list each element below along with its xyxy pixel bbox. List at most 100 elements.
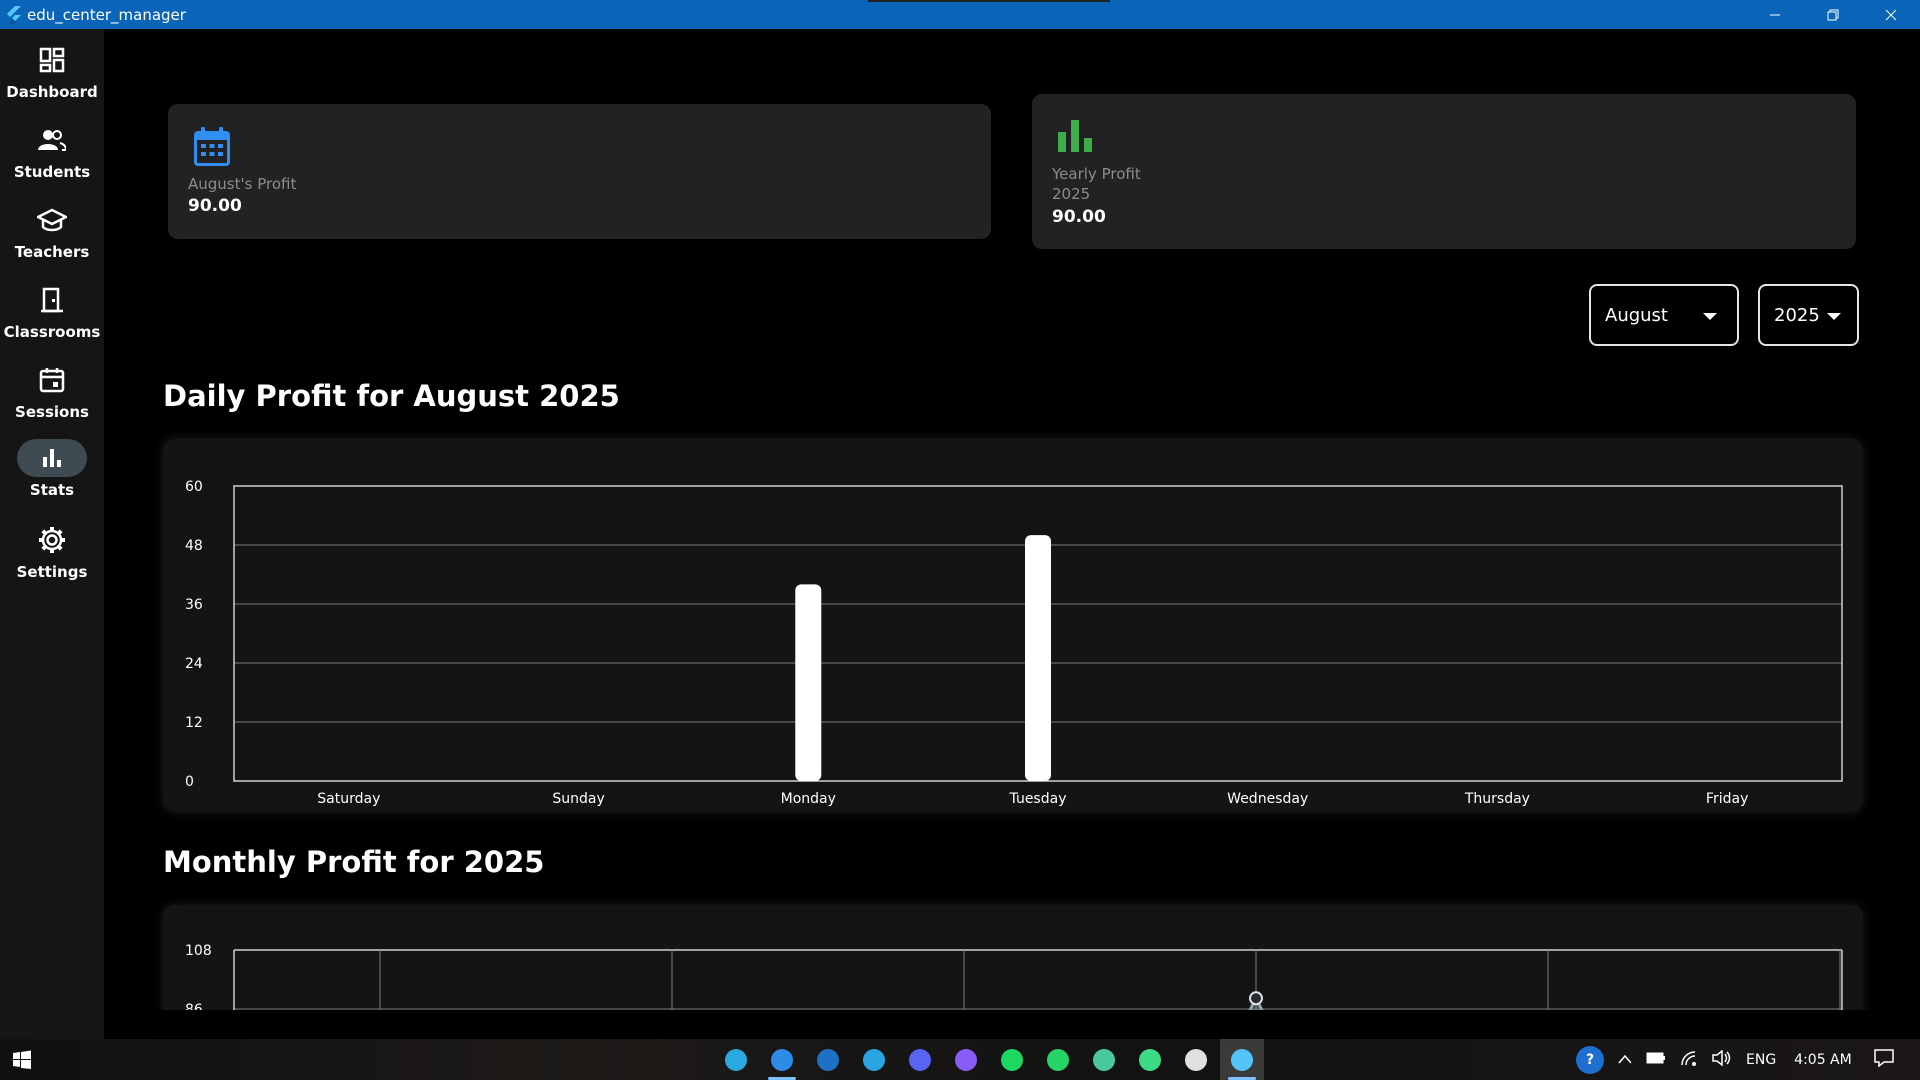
sidebar-item-label: Classrooms bbox=[3, 323, 101, 341]
y-tick-label: 0 bbox=[185, 774, 194, 790]
sidebar-item-label: Settings bbox=[16, 563, 88, 581]
calendar-icon bbox=[192, 126, 232, 172]
monthly-profit-chart-svg: 86 108 bbox=[185, 943, 1843, 1010]
sidebar-item-label: Students bbox=[13, 163, 91, 181]
edge-icon bbox=[725, 1048, 747, 1071]
stats-page: August's Profit 90.00 Yearly Profit 2025… bbox=[104, 29, 1920, 1010]
sidebar: Dashboard Students Teachers Classrooms S… bbox=[0, 29, 104, 1039]
taskbar-app-telegram[interactable] bbox=[852, 1039, 896, 1080]
sidebar-item-sessions[interactable]: Sessions bbox=[0, 361, 104, 433]
taskbar-app-notepad[interactable] bbox=[1174, 1039, 1218, 1080]
system-tray: ? ENG 4:05 AM bbox=[1576, 1039, 1894, 1080]
door-icon bbox=[17, 281, 87, 319]
sidebar-item-stats[interactable]: Stats bbox=[0, 439, 104, 511]
monthly-profit-card: August's Profit 90.00 bbox=[168, 104, 991, 239]
sidebar-item-label: Teachers bbox=[14, 243, 90, 261]
x-tick-label: Tuesday bbox=[1009, 791, 1067, 807]
yearly-profit-label: Yearly Profit bbox=[1052, 165, 1141, 183]
notification-icon[interactable] bbox=[1873, 1048, 1894, 1071]
month-dropdown[interactable]: August bbox=[1589, 284, 1739, 346]
volume-icon[interactable] bbox=[1712, 1048, 1732, 1070]
close-icon bbox=[1885, 9, 1897, 20]
photos-icon bbox=[1093, 1048, 1115, 1071]
taskbar-app-spotify[interactable] bbox=[990, 1039, 1034, 1080]
monthly-profit-value: 90.00 bbox=[188, 196, 242, 216]
bar-chart-icon bbox=[17, 439, 87, 477]
taskbar-app-whatsapp[interactable] bbox=[1036, 1039, 1080, 1080]
taskbar-app-obsidian[interactable] bbox=[944, 1039, 988, 1080]
month-dropdown-value: August bbox=[1605, 304, 1668, 326]
bar[interactable] bbox=[1025, 535, 1051, 781]
sidebar-item-settings[interactable]: Settings bbox=[0, 521, 104, 593]
yearly-profit-value: 90.00 bbox=[1052, 207, 1106, 227]
x-tick-label: Thursday bbox=[1464, 791, 1530, 807]
dashboard-icon bbox=[17, 41, 87, 79]
monthly-profit-label: August's Profit bbox=[188, 175, 297, 193]
taskbar-app-android[interactable] bbox=[1128, 1039, 1172, 1080]
outlook-icon bbox=[817, 1048, 839, 1071]
taskbar-app-discord[interactable] bbox=[898, 1039, 942, 1080]
restore-icon bbox=[1827, 9, 1839, 20]
clock[interactable]: 4:05 AM bbox=[1794, 1052, 1852, 1068]
calendar-icon bbox=[17, 361, 87, 399]
daily-profit-chart-svg: 0 12 24 36 48 60 Saturday Sunday Monday Tuesday We… bbox=[185, 479, 1843, 807]
window-controls bbox=[1746, 0, 1920, 29]
y-tick-label: 12 bbox=[185, 715, 203, 731]
people-icon bbox=[17, 121, 87, 159]
notepad-icon bbox=[1185, 1048, 1207, 1071]
x-tick-label: Wednesday bbox=[1227, 791, 1308, 807]
taskbar-app-flutter[interactable] bbox=[1220, 1039, 1264, 1080]
chevron-down-icon bbox=[1703, 313, 1717, 320]
minimize-icon bbox=[1770, 14, 1780, 15]
taskbar-app-outlook[interactable] bbox=[806, 1039, 850, 1080]
bar-chart-icon bbox=[1056, 118, 1094, 158]
close-button[interactable] bbox=[1862, 0, 1920, 29]
x-tick-label: Monday bbox=[781, 791, 836, 807]
y-tick-label: 86 bbox=[185, 1002, 203, 1010]
minimize-button[interactable] bbox=[1746, 0, 1804, 29]
taskbar: ? ENG 4:05 AM bbox=[0, 1039, 1920, 1080]
y-tick-label: 36 bbox=[185, 597, 203, 613]
obsidian-icon bbox=[955, 1048, 977, 1071]
spotify-icon bbox=[1001, 1048, 1023, 1071]
chevron-up-icon[interactable] bbox=[1618, 1052, 1632, 1068]
windows-icon bbox=[13, 1050, 31, 1069]
y-tick-label: 48 bbox=[185, 538, 203, 554]
sidebar-item-students[interactable]: Students bbox=[0, 121, 104, 193]
gear-icon bbox=[17, 521, 87, 559]
year-dropdown-value: 2025 bbox=[1774, 304, 1820, 326]
wifi-icon[interactable] bbox=[1680, 1050, 1698, 1070]
android-icon bbox=[1139, 1048, 1161, 1071]
language-indicator[interactable]: ENG bbox=[1746, 1052, 1776, 1068]
help-icon[interactable]: ? bbox=[1576, 1045, 1604, 1074]
battery-icon[interactable] bbox=[1646, 1052, 1666, 1068]
restore-button[interactable] bbox=[1804, 0, 1862, 29]
flutter-icon bbox=[1231, 1048, 1253, 1071]
year-dropdown[interactable]: 2025 bbox=[1758, 284, 1859, 346]
x-tick-label: Sunday bbox=[552, 791, 604, 807]
taskbar-app-photos[interactable] bbox=[1082, 1039, 1126, 1080]
discord-icon bbox=[909, 1048, 931, 1071]
sidebar-item-label: Dashboard bbox=[6, 83, 98, 101]
taskbar-app-edge[interactable] bbox=[714, 1039, 758, 1080]
daily-profit-chart: 0 12 24 36 48 60 Saturday Sunday Monday Tuesday We… bbox=[163, 439, 1863, 812]
yearly-profit-card: Yearly Profit 2025 90.00 bbox=[1032, 94, 1856, 249]
sidebar-item-dashboard[interactable]: Dashboard bbox=[0, 41, 104, 113]
y-tick-label: 60 bbox=[185, 479, 203, 495]
title-progress bbox=[868, 0, 1110, 2]
sidebar-item-label: Sessions bbox=[15, 403, 89, 421]
taskbar-app-vscode[interactable] bbox=[760, 1039, 804, 1080]
chevron-down-icon bbox=[1827, 313, 1841, 320]
sidebar-item-classrooms[interactable]: Classrooms bbox=[0, 281, 104, 353]
whatsapp-icon bbox=[1047, 1048, 1069, 1071]
monthly-profit-chart: 86 108 bbox=[163, 905, 1863, 1010]
x-tick-label: Friday bbox=[1706, 791, 1748, 807]
sidebar-item-teachers[interactable]: Teachers bbox=[0, 201, 104, 273]
title-bar: edu_center_manager bbox=[0, 0, 1920, 29]
flutter-icon bbox=[4, 5, 24, 25]
bar[interactable] bbox=[795, 584, 822, 781]
yearly-profit-year: 2025 bbox=[1052, 185, 1091, 203]
start-button[interactable] bbox=[0, 1039, 44, 1080]
data-point[interactable] bbox=[1249, 991, 1263, 1006]
vscode-icon bbox=[771, 1048, 793, 1071]
